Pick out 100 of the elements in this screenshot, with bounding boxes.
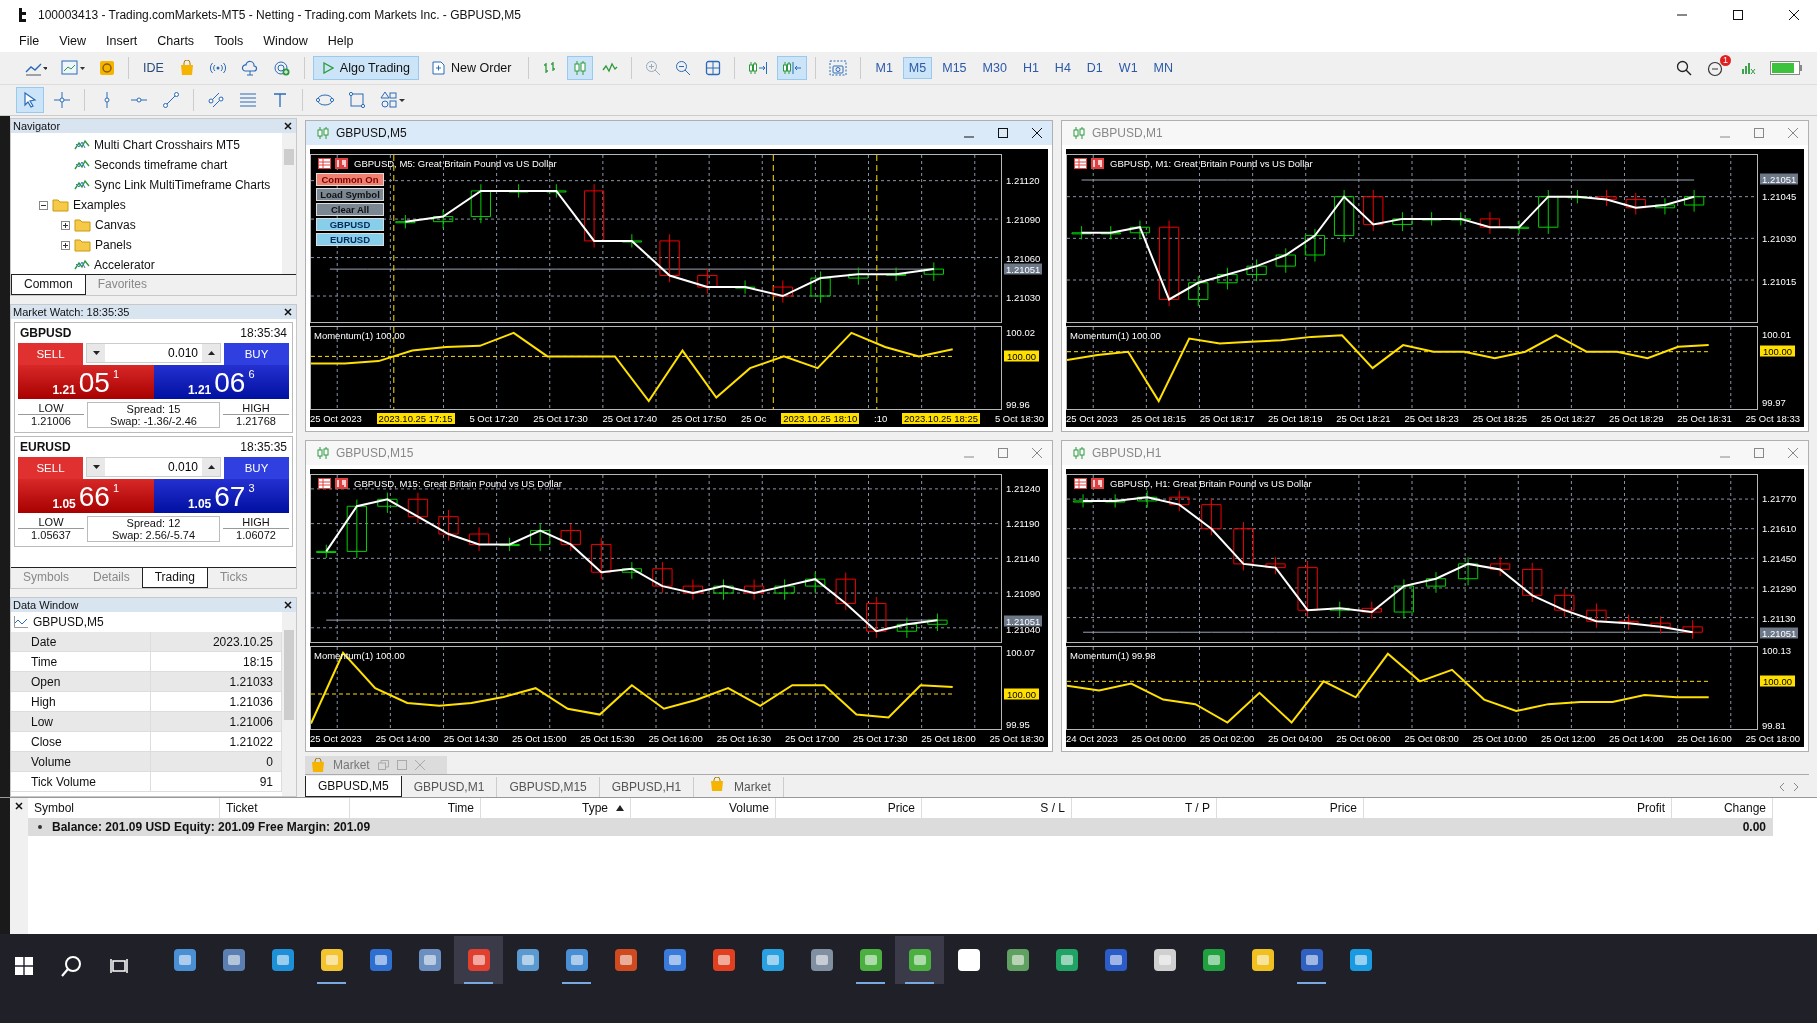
window-title: 100003413 - Trading.comMarkets-MT5 - Netting - Trading.com Markets Inc. - GBPUSD,M5 bbox=[38, 8, 521, 22]
price-tick: 1.21045 bbox=[1762, 190, 1797, 202]
symbol-name: EURUSD bbox=[20, 440, 71, 454]
time-label: 25 Oct 18:31 bbox=[1677, 413, 1732, 424]
time-label: 25 Oct 18:30 bbox=[989, 733, 1044, 744]
timeframe-button[interactable]: M15 bbox=[936, 57, 973, 79]
sell-button[interactable]: SELL bbox=[18, 457, 83, 479]
price-tick: 1.21030 bbox=[1762, 232, 1797, 244]
navigator-item[interactable]: Panels bbox=[95, 238, 132, 252]
buy-button[interactable]: BUY bbox=[224, 457, 289, 479]
panel-button[interactable]: EURUSD bbox=[316, 233, 384, 246]
time-label: 25 Oct 18:00 bbox=[1745, 733, 1800, 744]
time-label: 25 Oct 10:00 bbox=[1472, 733, 1528, 744]
time-label: 25 Oct 18:00 bbox=[921, 733, 976, 744]
navigator-item[interactable]: Examples bbox=[73, 198, 126, 212]
data-value: 0 bbox=[151, 752, 282, 772]
chart-header: GBPUSD, H1: Great Britain Pound vs US Dollar bbox=[1110, 478, 1312, 489]
panel-tab[interactable]: Trading bbox=[141, 568, 208, 588]
data-label: Volume bbox=[11, 752, 151, 772]
time-label: 25 Oct 18:15 bbox=[1131, 413, 1186, 424]
low-value: 1.21006 bbox=[31, 415, 71, 427]
high-value: 1.21768 bbox=[236, 415, 276, 427]
price-tick: 1.21450 bbox=[1762, 552, 1797, 564]
time-label: 5 Oct 18:30 bbox=[994, 413, 1044, 424]
low-value: 1.05637 bbox=[31, 529, 71, 541]
time-label: 25 Oct 18:23 bbox=[1404, 413, 1459, 424]
algo-trading-button[interactable]: Algo Trading bbox=[312, 56, 420, 80]
current-price-label: 1.21051 bbox=[1760, 627, 1799, 639]
timeframe-button[interactable]: M1 bbox=[869, 57, 899, 79]
data-label: Open bbox=[11, 672, 151, 692]
time-label: 25 Oct 15:30 bbox=[580, 733, 635, 744]
chart-tab[interactable]: GBPUSD,M5 bbox=[305, 776, 402, 797]
sell-button[interactable]: SELL bbox=[18, 343, 83, 365]
panel-button[interactable]: Common On bbox=[316, 173, 384, 186]
indicator-tick: 100.01 bbox=[1762, 328, 1792, 340]
timeframe-button[interactable]: MN bbox=[1147, 57, 1180, 79]
indicator-level-label: 100.00 bbox=[1760, 345, 1796, 357]
menu-item[interactable]: Insert bbox=[97, 32, 147, 50]
panel-title: Navigator bbox=[13, 120, 61, 132]
navigator-item[interactable]: Sync Link MultiTimeframe Charts bbox=[94, 178, 271, 192]
indicator-tick: 99.96 bbox=[1006, 398, 1030, 410]
time-label: 25 Oct 18:29 bbox=[1609, 413, 1664, 424]
marker-time-label: 2023.10.25 17:15 bbox=[376, 413, 455, 424]
swap-text: Swap: 2.56/-5.74 bbox=[111, 529, 196, 541]
time-label: 25 Oct 16:00 bbox=[648, 733, 703, 744]
panel-button[interactable]: Clear All bbox=[316, 203, 384, 216]
menu-item[interactable]: Tools bbox=[205, 32, 253, 50]
quote-time: 18:35:34 bbox=[240, 326, 287, 340]
new-order-button[interactable]: New Order bbox=[423, 56, 521, 80]
price-tick: 1.21190 bbox=[1006, 517, 1040, 529]
current-price-label: 1.21051 bbox=[1004, 263, 1043, 275]
menu-item[interactable]: View bbox=[50, 32, 96, 50]
data-label: Low bbox=[11, 712, 151, 732]
price-tick: 1.21290 bbox=[1762, 582, 1797, 594]
buy-button[interactable]: BUY bbox=[224, 343, 289, 365]
navigator-item[interactable]: Canvas bbox=[95, 218, 136, 232]
low-label: LOW bbox=[18, 516, 84, 529]
menu-item[interactable]: File bbox=[10, 32, 49, 50]
time-label: 25 Oct 17:40 bbox=[602, 413, 657, 424]
panel-title: Data Window bbox=[13, 599, 79, 611]
data-value: 1.21033 bbox=[151, 672, 282, 692]
price-tick: 1.21120 bbox=[1006, 174, 1040, 186]
menu-item[interactable]: Help bbox=[318, 32, 363, 50]
time-label: 25 Oct 17:50 bbox=[671, 413, 727, 424]
panel-button[interactable]: GBPUSD bbox=[316, 218, 384, 231]
ide-button[interactable]: IDE bbox=[137, 58, 170, 78]
time-label: 25 Oct 18:21 bbox=[1336, 413, 1391, 424]
time-label: 25 Oct 06:00 bbox=[1336, 733, 1391, 744]
price-tick: 1.21130 bbox=[1762, 612, 1796, 624]
time-label: 25 Oct 18:19 bbox=[1268, 413, 1323, 424]
navigator-item[interactable]: Multi Chart Crosshairs MT5 bbox=[94, 138, 241, 152]
timeframe-button[interactable]: H4 bbox=[1048, 57, 1077, 79]
time-label: 25 Oct 2023 bbox=[310, 733, 362, 744]
indicator-tick: 100.02 bbox=[1006, 326, 1036, 338]
timeframe-button[interactable]: M30 bbox=[976, 57, 1013, 79]
timeframe-button[interactable]: D1 bbox=[1080, 57, 1109, 79]
chart-window-title: GBPUSD,M1 bbox=[1092, 126, 1163, 140]
price-tick: 1.21060 bbox=[1006, 252, 1041, 264]
time-label: 25 Oct 17:30 bbox=[853, 733, 908, 744]
time-label: 25 Oct 16:30 bbox=[716, 733, 772, 744]
navigator-item[interactable]: Accelerator bbox=[94, 258, 155, 272]
timeframe-button[interactable]: W1 bbox=[1112, 57, 1144, 79]
menu-item[interactable]: Window bbox=[254, 32, 317, 50]
indicator-label: Momentum(1) 100.00 bbox=[1070, 329, 1161, 341]
timeframe-button[interactable]: M5 bbox=[902, 57, 933, 79]
volume-field[interactable]: 0.010 bbox=[86, 343, 221, 363]
time-label: 25 Oct 2023 bbox=[310, 413, 362, 424]
marker-time-label: 2023.10.25 18:25 bbox=[902, 413, 981, 424]
menu-item[interactable]: Charts bbox=[148, 32, 204, 50]
time-label: 25 Oct 14:00 bbox=[1609, 733, 1664, 744]
volume-field[interactable]: 0.010 bbox=[86, 457, 221, 477]
panel-button[interactable]: Load Symbol bbox=[316, 188, 384, 201]
indicator-tick: 99.97 bbox=[1762, 396, 1786, 408]
timeframe-button[interactable]: H1 bbox=[1016, 57, 1045, 79]
price-tick: 1.21030 bbox=[1006, 291, 1041, 303]
time-label: 25 Oct 02:00 bbox=[1199, 733, 1255, 744]
quote-time: 18:35:35 bbox=[240, 440, 287, 454]
panel-tab[interactable]: Common bbox=[11, 275, 86, 295]
panel-title: Market Watch: 18:35:35 bbox=[13, 306, 130, 318]
navigator-item[interactable]: Seconds timeframe chart bbox=[94, 158, 228, 172]
